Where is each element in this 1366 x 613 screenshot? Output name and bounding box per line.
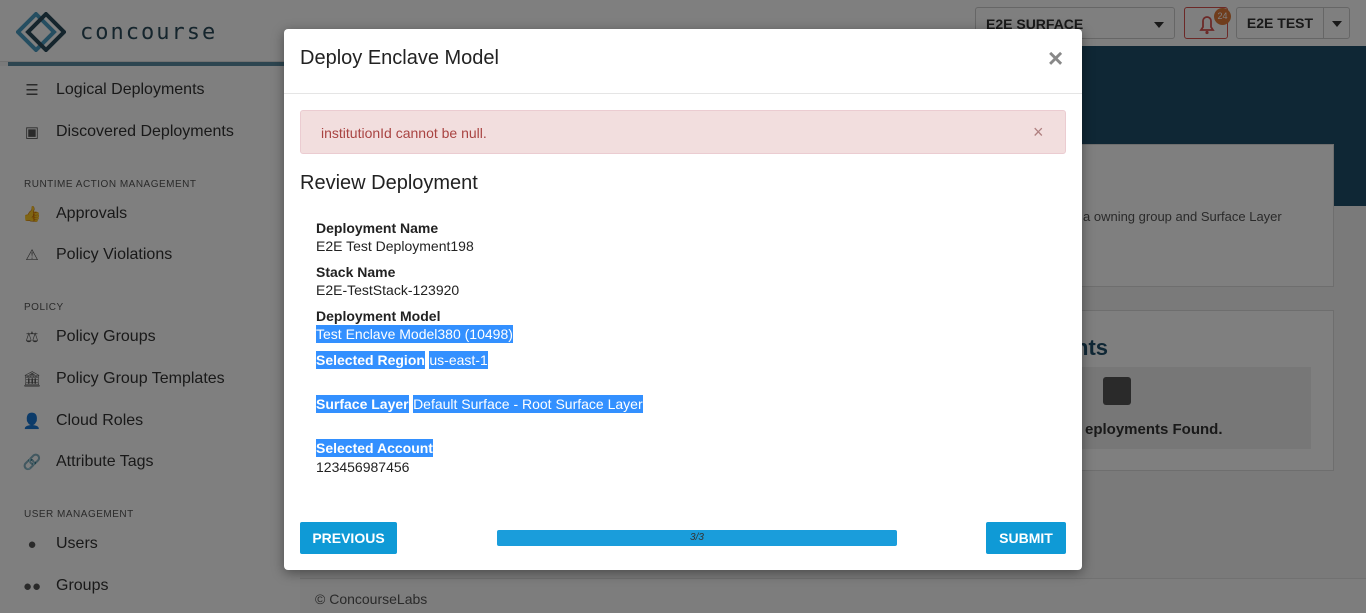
deploy-enclave-modal: Deploy Enclave Model × institutionId can…: [284, 29, 1082, 570]
field-label: Selected Region: [316, 351, 425, 369]
field-value: 123456987456: [316, 459, 410, 475]
error-alert: institutionId cannot be null. ×: [300, 110, 1066, 154]
field-value: Default Surface - Root Surface Layer: [413, 395, 643, 413]
field-value: us-east-1: [429, 351, 488, 369]
field-value: E2E-TestStack-123920: [316, 282, 460, 298]
error-alert-text: institutionId cannot be null.: [321, 125, 487, 141]
field-value: Test Enclave Model380 (10498): [316, 325, 513, 343]
previous-button[interactable]: PREVIOUS: [300, 522, 397, 554]
field-value: E2E Test Deployment198: [316, 238, 474, 254]
close-icon[interactable]: ×: [1048, 43, 1063, 74]
modal-header: Deploy Enclave Model ×: [284, 29, 1082, 94]
field-surface-layer: Surface Layer Default Surface - Root Sur…: [316, 395, 643, 414]
field-deployment-name: Deployment Name E2E Test Deployment198: [316, 219, 474, 255]
field-deployment-model: Deployment Model Test Enclave Model380 (…: [316, 307, 513, 344]
progress-text: 3/3: [690, 532, 704, 543]
field-label: Deployment Model: [316, 308, 441, 324]
field-stack-name: Stack Name E2E-TestStack-123920: [316, 263, 459, 299]
field-selected-region: Selected Region us-east-1: [316, 351, 488, 370]
field-label: Selected Account: [316, 439, 433, 457]
wizard-progress-bar: 3/3: [497, 530, 897, 546]
section-title: Review Deployment: [300, 172, 478, 194]
field-label: Surface Layer: [316, 395, 409, 413]
alert-close-icon[interactable]: ×: [1033, 122, 1044, 143]
submit-button[interactable]: SUBMIT: [986, 522, 1066, 554]
field-label: Deployment Name: [316, 220, 439, 236]
modal-title: Deploy Enclave Model: [300, 47, 499, 69]
field-selected-account: Selected Account 123456987456: [316, 439, 433, 476]
field-label: Stack Name: [316, 264, 396, 280]
